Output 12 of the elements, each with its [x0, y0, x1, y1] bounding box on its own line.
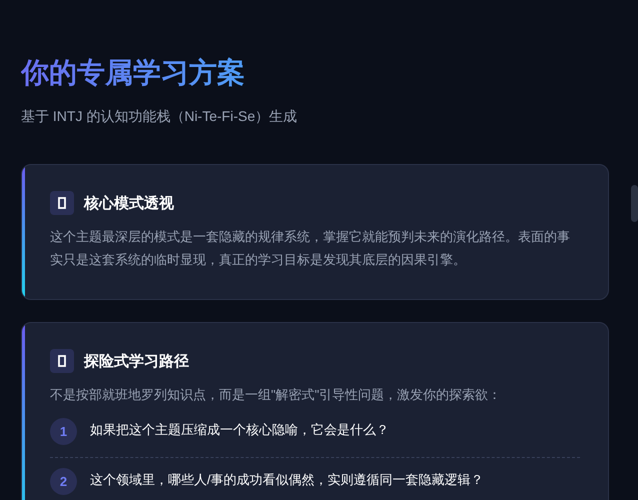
page-subtitle: 基于 INTJ 的认知功能栈（Ni-Te-Fi-Se）生成 — [21, 107, 298, 126]
card-title: 探险式学习路径 — [84, 352, 189, 370]
step-question: 如果把这个主题压缩成一个核心隐喻，它会是什么？ — [90, 421, 389, 439]
scrollbar-thumb[interactable] — [631, 185, 638, 222]
card-text: 不是按部就班地罗列知识点，而是一组"解密式"引导性问题，激发你的探索欲： — [50, 386, 502, 404]
card-title: 核心模式透视 — [84, 194, 174, 212]
step-number: 2 — [50, 468, 77, 495]
step-question: 这个领域里，哪些人/事的成功看似偶然，实则遵循同一套隐藏逻辑？ — [90, 471, 484, 489]
placeholder-glyph-icon — [50, 191, 74, 215]
card-text: 这个主题最深层的模式是一套隐藏的规律系统，掌握它就能预判未来的演化路径。表面的事实只是这套系统的临时显现，真正的学习目标是发现其底层的因果引擎。 — [50, 228, 571, 269]
placeholder-glyph-icon — [50, 349, 74, 373]
step-number: 1 — [50, 418, 77, 445]
